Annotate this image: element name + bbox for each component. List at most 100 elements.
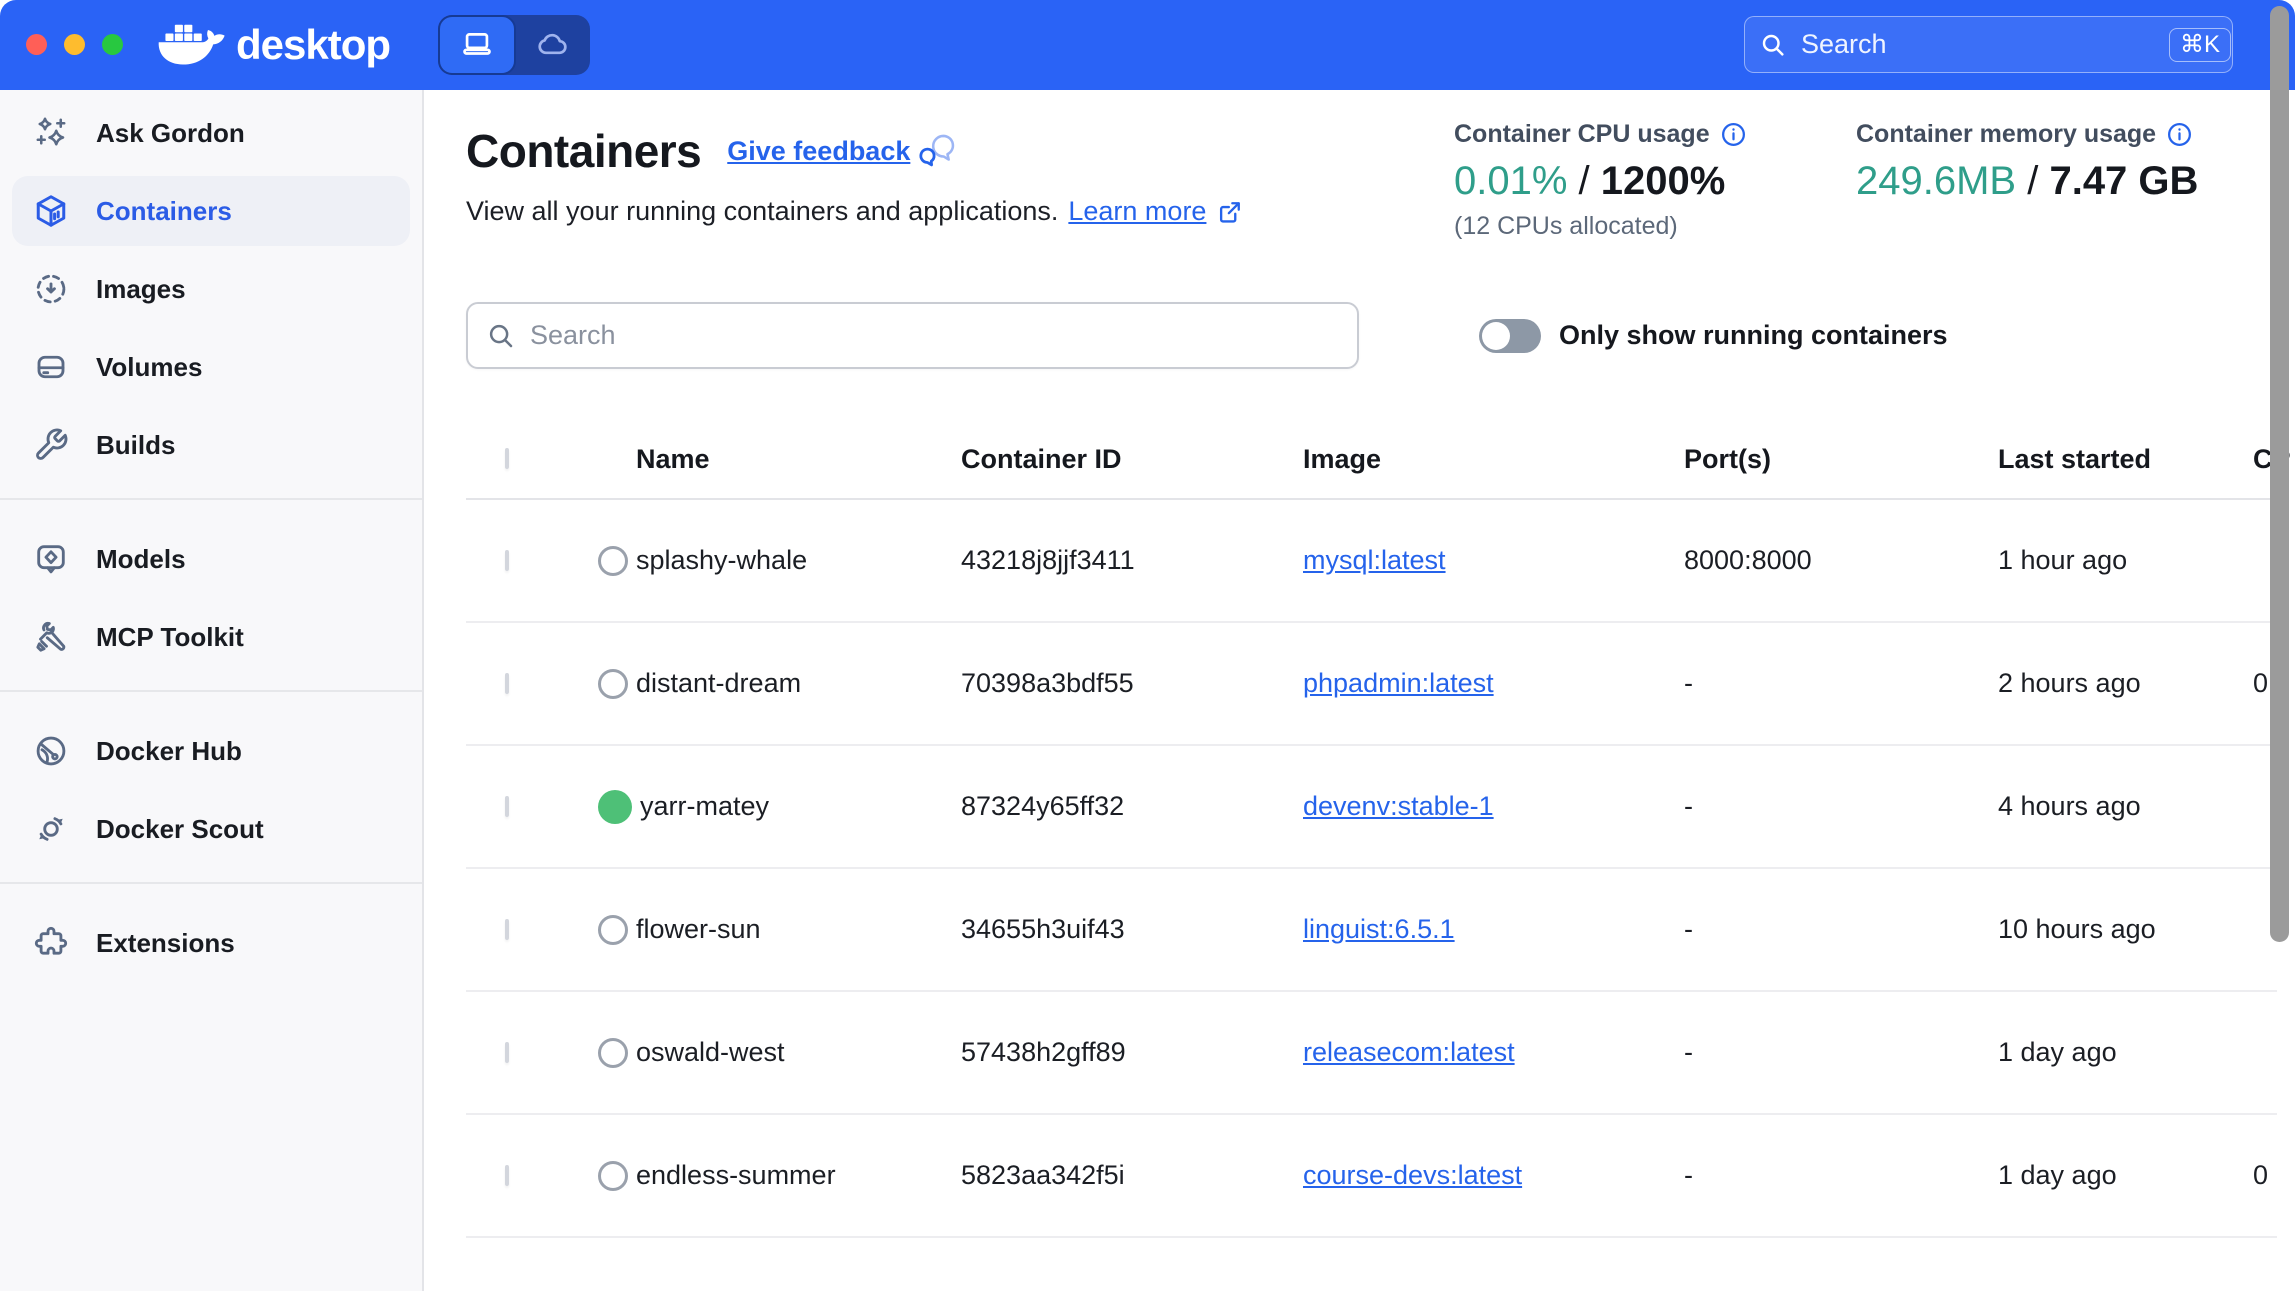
container-ports: - [1684,668,1998,699]
container-name: flower-sun [636,914,761,945]
docker-desktop-window: desktop ⌘K [0,0,2295,1291]
table-row[interactable]: splashy-whale 43218j8jjf3411 mysql:lates… [466,500,2277,623]
container-search-input[interactable] [530,320,1339,351]
table-row[interactable]: distant-dream 70398a3bdf55 phpadmin:late… [466,623,2277,746]
sidebar-item-containers[interactable]: Containers [12,176,410,246]
cpu-used-value: 0.01% [1454,159,1567,203]
close-window-button[interactable] [26,34,47,55]
external-link-icon [1216,198,1244,226]
row-checkbox[interactable] [505,550,509,571]
global-search-input[interactable] [1801,29,2155,60]
stopped-status-icon [598,669,628,699]
sparkles-icon [32,114,70,152]
container-ports: - [1684,1037,1998,1068]
sidebar-item-ask-gordon[interactable]: Ask Gordon [12,98,410,168]
sidebar-item-label: Images [96,274,186,305]
app-logo: desktop [156,13,390,77]
container-name: yarr-matey [640,791,769,822]
cpu-usage-stat: Container CPU usage 0.01% / 1200% (12 CP… [1454,120,1747,241]
sidebar-item-builds[interactable]: Builds [12,410,410,480]
table-row[interactable]: yarr-matey 87324y65ff32 devenv:stable-1 … [466,746,2277,869]
cpu-usage-label: Container CPU usage [1454,120,1710,149]
titlebar: desktop ⌘K [0,0,2295,90]
running-status-icon [598,790,632,824]
feedback-bubbles-icon [918,133,958,169]
minimize-window-button[interactable] [64,34,85,55]
models-icon [32,540,70,578]
container-cube-icon [32,192,70,230]
image-link[interactable]: linguist:6.5.1 [1303,914,1455,944]
sidebar-item-label: Docker Hub [96,736,242,767]
local-environment-toggle[interactable] [438,15,516,75]
image-link[interactable]: phpadmin:latest [1303,668,1494,698]
sidebar-item-volumes[interactable]: Volumes [12,332,410,402]
row-checkbox[interactable] [505,919,509,940]
table-row[interactable]: oswald-west 57438h2gff89 releasecom:late… [466,992,2277,1115]
global-search: ⌘K [1744,16,2233,73]
sidebar-item-models[interactable]: Models [12,524,410,594]
running-only-toggle[interactable] [1479,319,1541,353]
page-description: View all your running containers and app… [466,196,1058,227]
column-header-name[interactable]: Name [598,444,961,475]
last-started: 4 hours ago [1998,791,2253,822]
last-started: 1 hour ago [1998,545,2253,576]
stopped-status-icon [598,915,628,945]
sidebar-item-label: MCP Toolkit [96,622,244,653]
image-link[interactable]: releasecom:latest [1303,1037,1515,1067]
image-link[interactable]: course-devs:latest [1303,1160,1522,1190]
stopped-status-icon [598,546,628,576]
info-icon[interactable] [2166,121,2193,148]
image-link[interactable]: mysql:latest [1303,545,1446,575]
memory-separator: / [2016,159,2049,203]
environment-switch [438,15,590,75]
row-checkbox[interactable] [505,796,509,817]
table-row[interactable]: flower-sun 34655h3uif43 linguist:6.5.1 -… [466,869,2277,992]
sidebar-item-images[interactable]: Images [12,254,410,324]
cloud-environment-toggle[interactable] [516,15,590,75]
vertical-scrollbar[interactable] [2270,6,2289,942]
volumes-icon [32,348,70,386]
memory-total-value: 7.47 GB [2049,159,2198,203]
crossed-tools-icon [32,618,70,656]
sidebar-item-label: Builds [96,430,175,461]
column-header-last-started[interactable]: Last started [1998,444,2253,475]
sidebar-item-mcp-toolkit[interactable]: MCP Toolkit [12,602,410,672]
search-icon [486,321,516,351]
last-started: 10 hours ago [1998,914,2253,945]
column-header-ports[interactable]: Port(s) [1684,444,1998,475]
image-link[interactable]: devenv:stable-1 [1303,791,1494,821]
container-id: 5823aa342f5i [961,1160,1303,1191]
maximize-window-button[interactable] [102,34,123,55]
row-checkbox[interactable] [505,1165,509,1186]
column-header-container-id[interactable]: Container ID [961,444,1303,475]
sidebar-item-docker-hub[interactable]: Docker Hub [12,716,410,786]
cloud-icon [536,28,570,62]
search-shortcut-badge: ⌘K [2169,28,2231,62]
app-title: desktop [236,21,390,69]
sidebar-item-label: Ask Gordon [96,118,245,149]
row-checkbox[interactable] [505,673,509,694]
scout-orbit-icon [32,810,70,848]
laptop-icon [460,28,494,62]
docker-whale-icon [156,18,226,72]
container-search [466,302,1359,369]
row-checkbox[interactable] [505,1042,509,1063]
container-id: 70398a3bdf55 [961,668,1303,699]
table-row[interactable]: endless-summer 5823aa342f5i course-devs:… [466,1115,2277,1238]
memory-usage-stat: Container memory usage 249.6MB / 7.47 GB [1856,120,2198,204]
sidebar-item-label: Models [96,544,186,575]
sidebar-item-docker-scout[interactable]: Docker Scout [12,794,410,864]
container-id: 34655h3uif43 [961,914,1303,945]
cpu-total-value: 1200% [1601,159,1726,203]
give-feedback-link[interactable]: Give feedback [727,136,910,167]
cpu-allocation-note: (12 CPUs allocated) [1454,212,1747,241]
select-all-checkbox[interactable] [505,448,509,469]
last-started: 1 day ago [1998,1160,2253,1191]
wrench-icon [32,426,70,464]
search-icon [1759,31,1787,59]
learn-more-link[interactable]: Learn more [1068,196,1206,227]
column-header-image[interactable]: Image [1303,444,1684,475]
info-icon[interactable] [1720,121,1747,148]
sidebar-item-extensions[interactable]: Extensions [12,908,410,978]
table-header-row: Name Container ID Image Port(s) Last sta… [466,420,2277,500]
